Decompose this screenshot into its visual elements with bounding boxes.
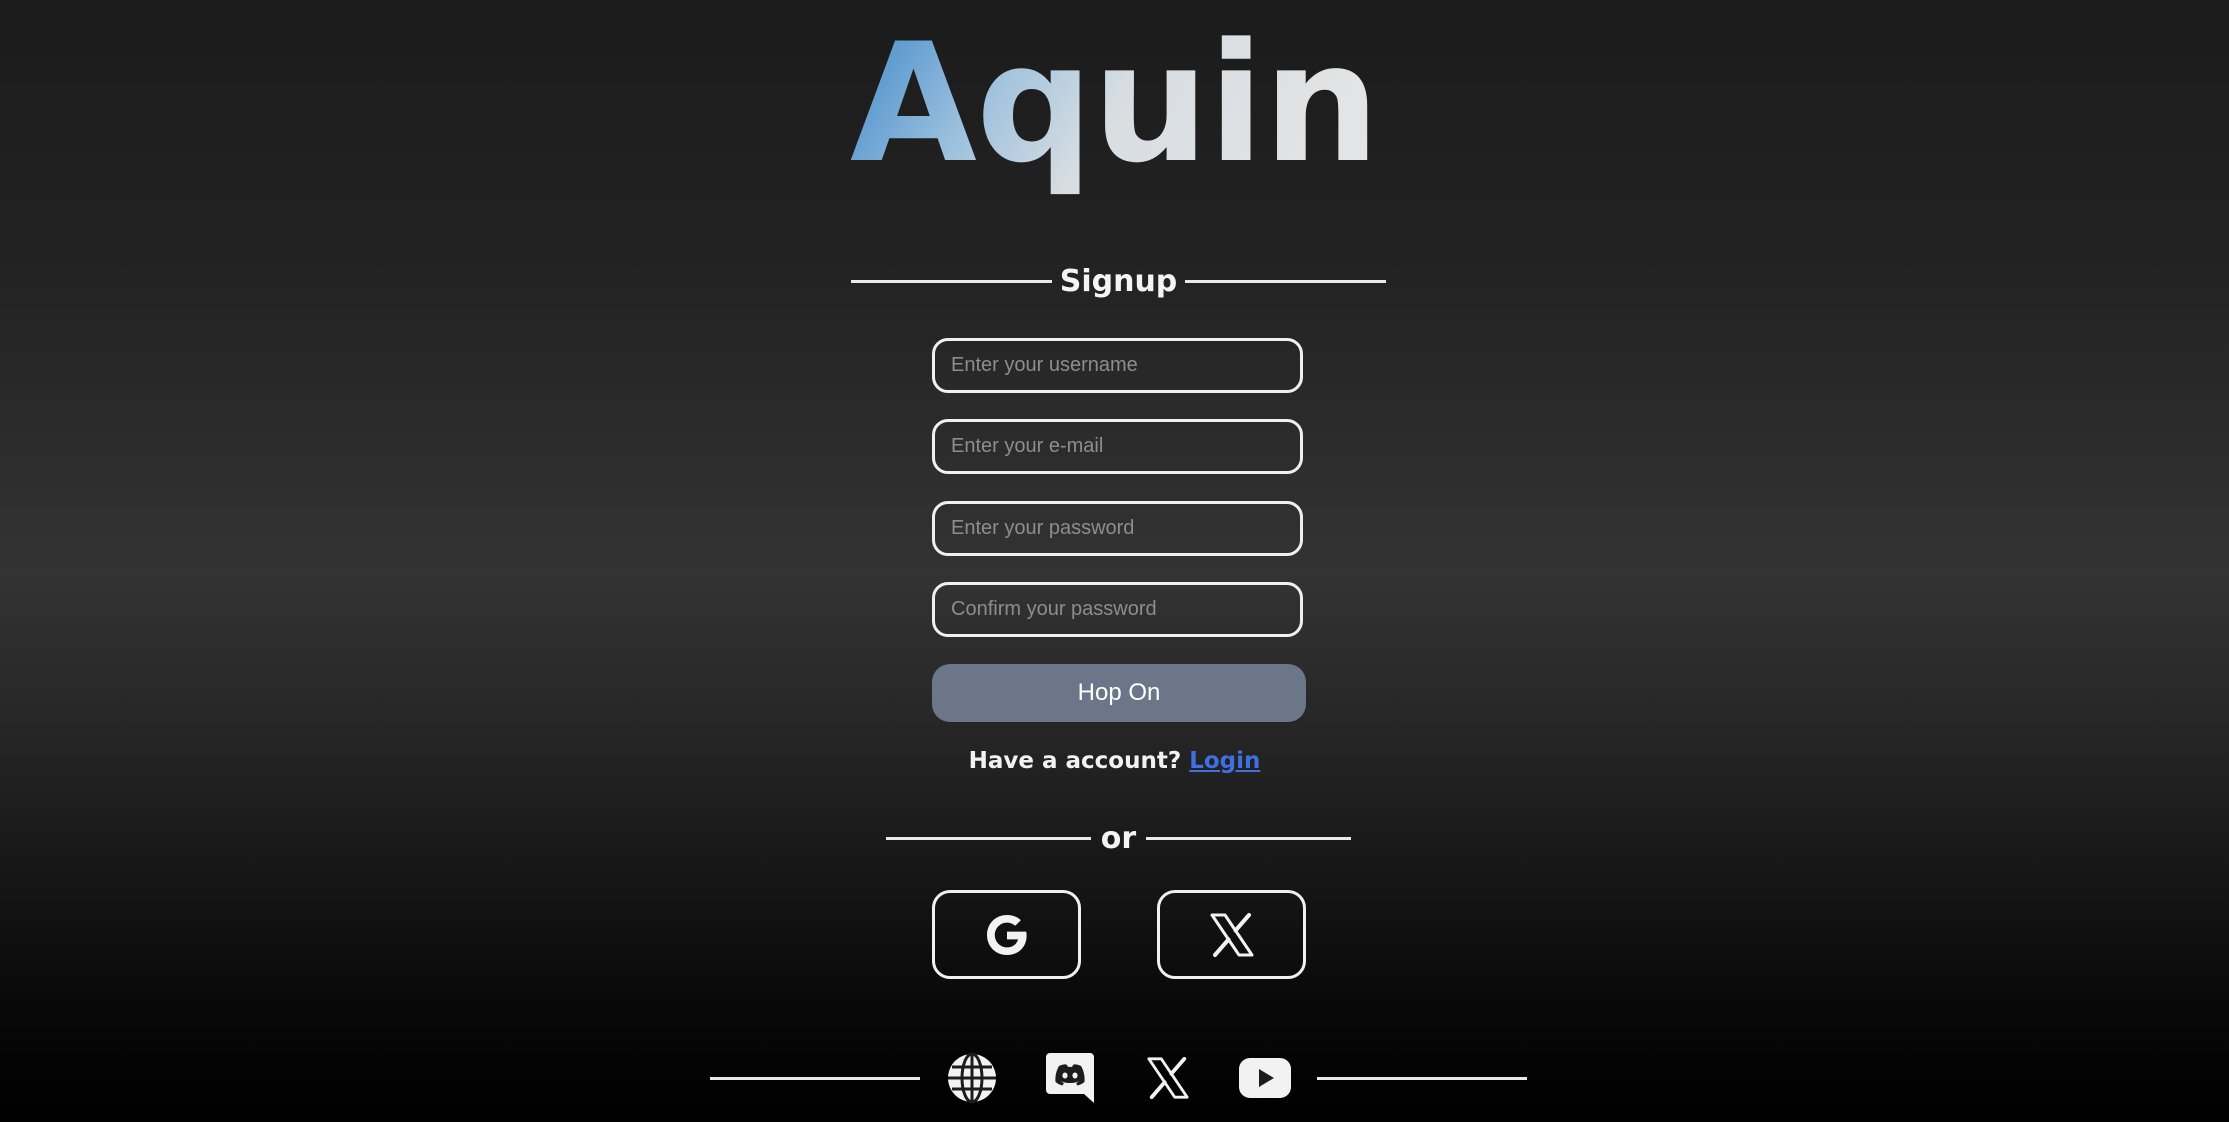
login-link[interactable]: Login bbox=[1189, 748, 1260, 774]
discord-link[interactable] bbox=[1042, 1050, 1098, 1106]
google-signin-button[interactable] bbox=[932, 890, 1081, 979]
footer-divider-left bbox=[710, 1077, 920, 1080]
signup-heading: Signup bbox=[851, 261, 1386, 301]
heading-divider-left bbox=[851, 279, 1052, 283]
website-link[interactable] bbox=[944, 1050, 1000, 1106]
x-icon bbox=[1147, 1056, 1189, 1100]
username-input[interactable] bbox=[932, 338, 1303, 393]
hop-on-button[interactable]: Hop On bbox=[932, 664, 1306, 722]
x-link[interactable] bbox=[1140, 1050, 1196, 1106]
signup-title: Signup bbox=[1059, 263, 1178, 299]
x-icon bbox=[1210, 912, 1253, 957]
email-input[interactable] bbox=[932, 419, 1303, 474]
have-account-text: Have a account? bbox=[968, 748, 1182, 774]
login-prompt: Have a account? Login bbox=[0, 748, 2229, 774]
or-divider-left bbox=[886, 836, 1091, 840]
or-divider-right bbox=[1146, 836, 1351, 840]
globe-icon bbox=[948, 1052, 996, 1104]
confirm-password-input[interactable] bbox=[932, 582, 1303, 637]
brand-logo-text: Aquin bbox=[849, 8, 1380, 199]
password-input[interactable] bbox=[932, 501, 1303, 556]
brand-logo: Aquin bbox=[0, 8, 2229, 199]
x-signin-button[interactable] bbox=[1157, 890, 1306, 979]
youtube-link[interactable] bbox=[1237, 1050, 1293, 1106]
or-divider: or bbox=[886, 818, 1351, 858]
google-icon bbox=[986, 914, 1027, 955]
or-text: or bbox=[1100, 820, 1137, 856]
heading-divider-right bbox=[1185, 279, 1386, 283]
discord-icon bbox=[1046, 1053, 1094, 1103]
youtube-icon bbox=[1239, 1058, 1291, 1098]
footer-divider-right bbox=[1317, 1077, 1527, 1080]
